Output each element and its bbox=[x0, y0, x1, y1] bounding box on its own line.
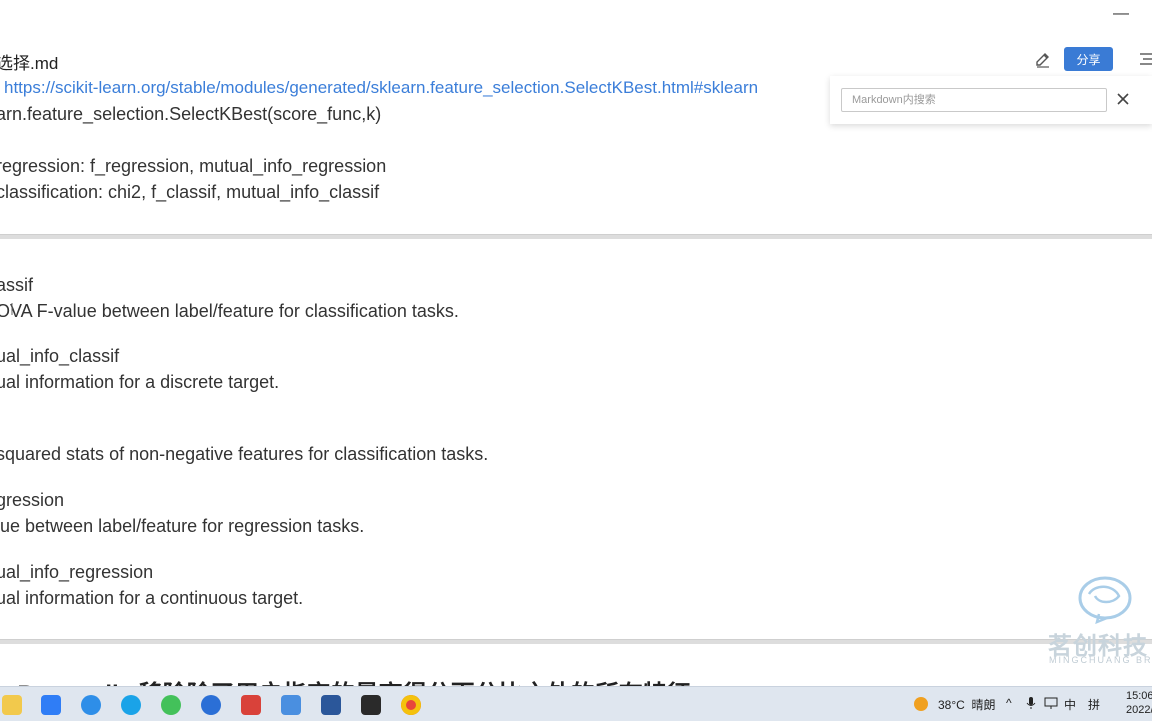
clock[interactable]: 15:062022/7 bbox=[1126, 689, 1152, 717]
text-line: classification: chi2, f_classif, mutual_… bbox=[0, 182, 380, 202]
function-name: ual_info_regression bbox=[0, 562, 154, 582]
watermark-subtext: MINGCHUANG BRAIN bbox=[1049, 655, 1152, 665]
close-icon[interactable] bbox=[1116, 92, 1130, 106]
function-desc: OVA F-value between label/feature for cl… bbox=[0, 301, 459, 321]
text-line: regression: f_regression, mutual_info_re… bbox=[0, 156, 387, 176]
function-name: gression bbox=[0, 490, 65, 510]
horizontal-rule bbox=[0, 234, 1152, 239]
text-cursor-icon bbox=[10, 302, 14, 315]
ime-language[interactable]: 中 bbox=[1064, 696, 1076, 713]
terminal-icon[interactable] bbox=[361, 695, 381, 715]
doc-link[interactable]: https://scikit-learn.org/stable/modules/… bbox=[4, 78, 758, 98]
chrome-icon[interactable] bbox=[401, 695, 421, 715]
ime-mode[interactable]: 拼 bbox=[1088, 696, 1100, 713]
text-line: arn.feature_selection.SelectKBest(score_… bbox=[0, 104, 382, 124]
function-name: ual_info_classif bbox=[0, 346, 120, 366]
function-desc: ual information for a discrete target. bbox=[0, 372, 280, 392]
wechat-icon[interactable] bbox=[161, 695, 181, 715]
weather-text[interactable]: 38°C 晴朗 bbox=[938, 696, 996, 713]
minimize-button[interactable]: — bbox=[1113, 5, 1129, 23]
qq-icon[interactable] bbox=[201, 695, 221, 715]
search-panel bbox=[830, 76, 1152, 124]
function-desc: squared stats of non-negative features f… bbox=[0, 444, 489, 464]
document-title: 选择.md bbox=[0, 54, 59, 73]
horizontal-rule bbox=[0, 639, 1152, 644]
outline-list-icon[interactable] bbox=[1138, 51, 1152, 67]
weather-sun-icon[interactable] bbox=[914, 697, 928, 711]
function-desc: ual information for a continuous target. bbox=[0, 588, 304, 608]
pin-icon[interactable] bbox=[81, 695, 101, 715]
feishu-icon[interactable] bbox=[41, 695, 61, 715]
search-input[interactable] bbox=[841, 88, 1107, 112]
file-explorer-icon[interactable] bbox=[2, 695, 22, 715]
pencil-icon[interactable] bbox=[1033, 50, 1053, 70]
word-icon[interactable] bbox=[321, 695, 341, 715]
taskbar: 38°C 晴朗 ^ 中 拼 15:062022/7 bbox=[0, 686, 1152, 721]
function-desc: lue between label/feature for regression… bbox=[0, 516, 365, 536]
typora-icon[interactable] bbox=[281, 695, 301, 715]
edge-icon[interactable] bbox=[121, 695, 141, 715]
microphone-icon[interactable] bbox=[1026, 696, 1036, 713]
share-button[interactable]: 分享 bbox=[1064, 47, 1113, 71]
network-icon[interactable] bbox=[1044, 696, 1058, 713]
wps-icon[interactable] bbox=[241, 695, 261, 715]
tray-chevron-icon[interactable]: ^ bbox=[1006, 696, 1012, 710]
function-name: assif bbox=[0, 275, 34, 295]
text-line: : bbox=[0, 130, 1, 151]
